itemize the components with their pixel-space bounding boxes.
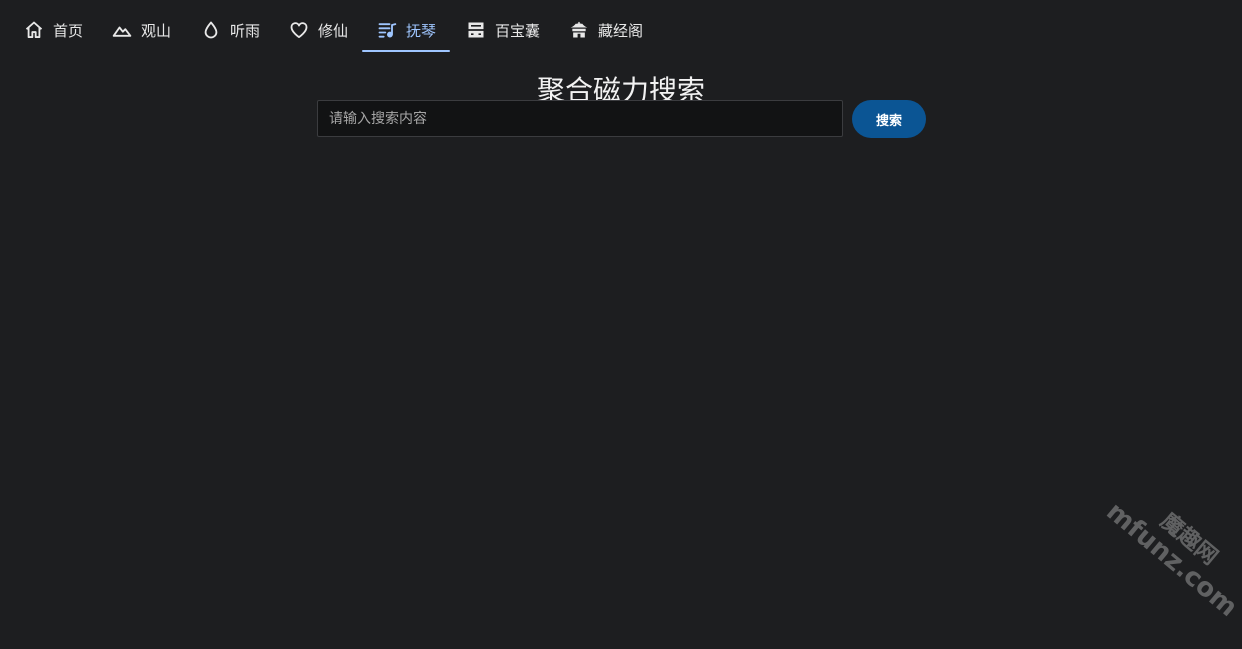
watermark: 魔趣网 mfunz.com bbox=[1101, 479, 1242, 623]
watermark-text-en: mfunz.com bbox=[1100, 496, 1242, 624]
nav-item-home[interactable]: 首页 bbox=[24, 8, 86, 52]
watermark-text-cn: 魔趣网 bbox=[1155, 508, 1223, 571]
heart-icon bbox=[289, 20, 309, 40]
nav-item-label: 观山 bbox=[141, 21, 172, 40]
temple-icon bbox=[569, 20, 589, 40]
nav-item-label: 听雨 bbox=[230, 21, 261, 40]
top-navigation: 首页 观山 听雨 修仙 抚琴 百宝囊 藏经阁 bbox=[0, 0, 1242, 54]
inbox-tray-icon bbox=[466, 20, 486, 40]
search-input[interactable] bbox=[317, 100, 843, 137]
nav-item-label: 藏经阁 bbox=[598, 21, 644, 40]
nav-item-fuqin[interactable]: 抚琴 bbox=[362, 8, 450, 52]
water-drop-icon bbox=[201, 20, 221, 40]
nav-item-baibaonang[interactable]: 百宝囊 bbox=[466, 8, 542, 52]
nav-item-xiuxian[interactable]: 修仙 bbox=[289, 8, 351, 52]
mountain-icon bbox=[112, 20, 132, 40]
search-button[interactable]: 搜索 bbox=[852, 100, 926, 138]
nav-item-cangjingge[interactable]: 藏经阁 bbox=[569, 8, 645, 52]
nav-item-tingyu[interactable]: 听雨 bbox=[201, 8, 263, 52]
nav-item-label: 抚琴 bbox=[406, 21, 437, 40]
home-icon bbox=[24, 20, 44, 40]
nav-item-label: 百宝囊 bbox=[495, 21, 541, 40]
nav-item-guanshan[interactable]: 观山 bbox=[112, 8, 174, 52]
nav-item-label: 修仙 bbox=[318, 21, 349, 40]
nav-item-label: 首页 bbox=[53, 21, 84, 40]
music-sheet-icon bbox=[377, 20, 397, 40]
